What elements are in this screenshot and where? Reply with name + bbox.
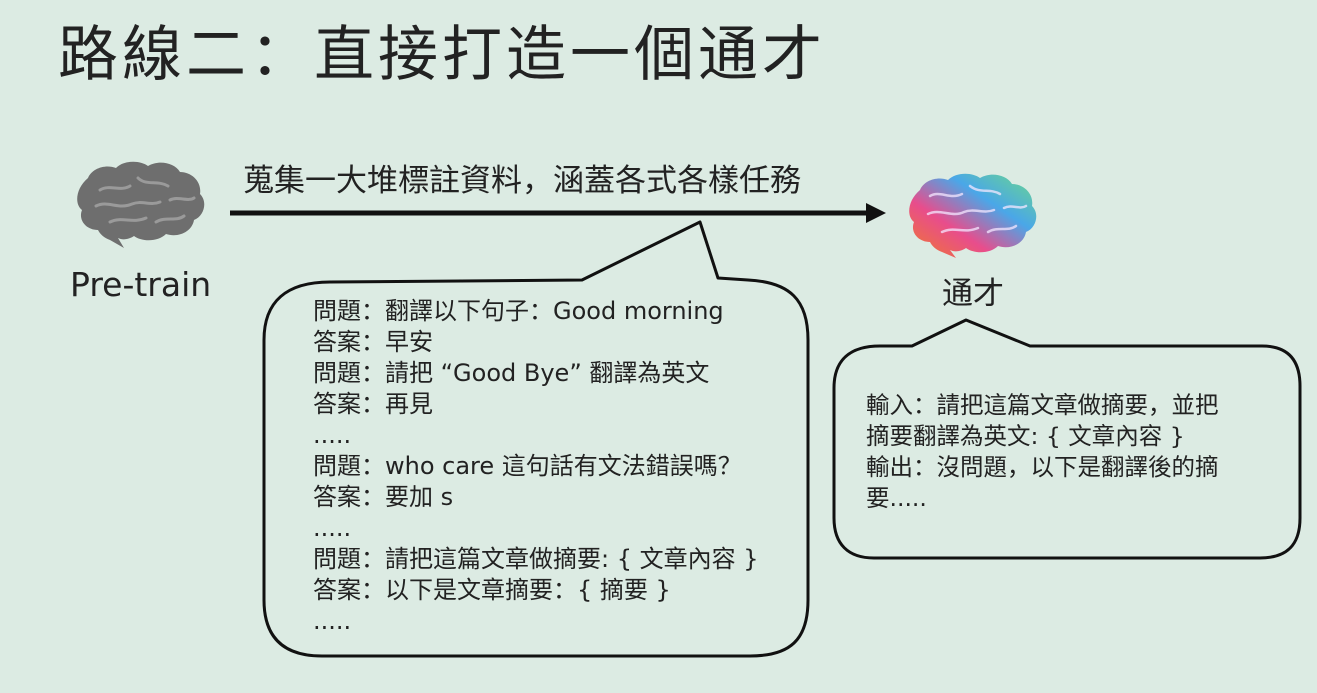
training-line: 問題：請把這篇文章做摘要: { 文章內容 } [313, 545, 759, 573]
brain-icon-rainbow [909, 173, 1037, 258]
training-line: 問題：翻譯以下句子：Good morning [313, 297, 724, 325]
generalist-line: 要..... [866, 484, 927, 512]
training-arrow [230, 203, 886, 223]
generalist-line: 輸出：沒問題，以下是翻譯後的摘 [866, 453, 1219, 481]
pretrain-label: Pre-train [70, 265, 212, 304]
arrow-label: 蒐集一大堆標註資料，涵蓋各式各樣任務 [243, 163, 801, 199]
training-line: 問題：who care 這句話有文法錯誤嗎？ [313, 452, 742, 480]
generalist-line: 摘要翻譯為英文: { 文章內容 } [866, 422, 1185, 450]
training-line: 答案：再見 [313, 390, 433, 418]
training-line: 問題：請把 “Good Bye” 翻譯為英文 [313, 359, 710, 387]
brain-icon-gray [77, 161, 205, 248]
training-line: ..... [313, 607, 352, 635]
generalist-line: 輸入：請把這篇文章做摘要，並把 [866, 391, 1219, 419]
slide: 路線二：直接打造一個通才 蒐集一大堆標註資料，涵蓋各式各樣任務 Pre-trai… [0, 0, 1317, 693]
training-line: 答案：以下是文章摘要：{ 摘要 } [313, 576, 671, 604]
training-line: 答案：要加 s [313, 483, 454, 511]
generalist-output-text: 輸入：請把這篇文章做摘要，並把 摘要翻譯為英文: { 文章內容 } 輸出：沒問題… [866, 390, 1219, 514]
training-line: ..... [313, 514, 352, 542]
training-data-text: 問題：翻譯以下句子：Good morning 答案：早安 問題：請把 “Good… [313, 296, 759, 637]
training-line: ..... [313, 421, 352, 449]
generalist-label: 通才 [942, 276, 1004, 312]
training-line: 答案：早安 [313, 328, 433, 356]
